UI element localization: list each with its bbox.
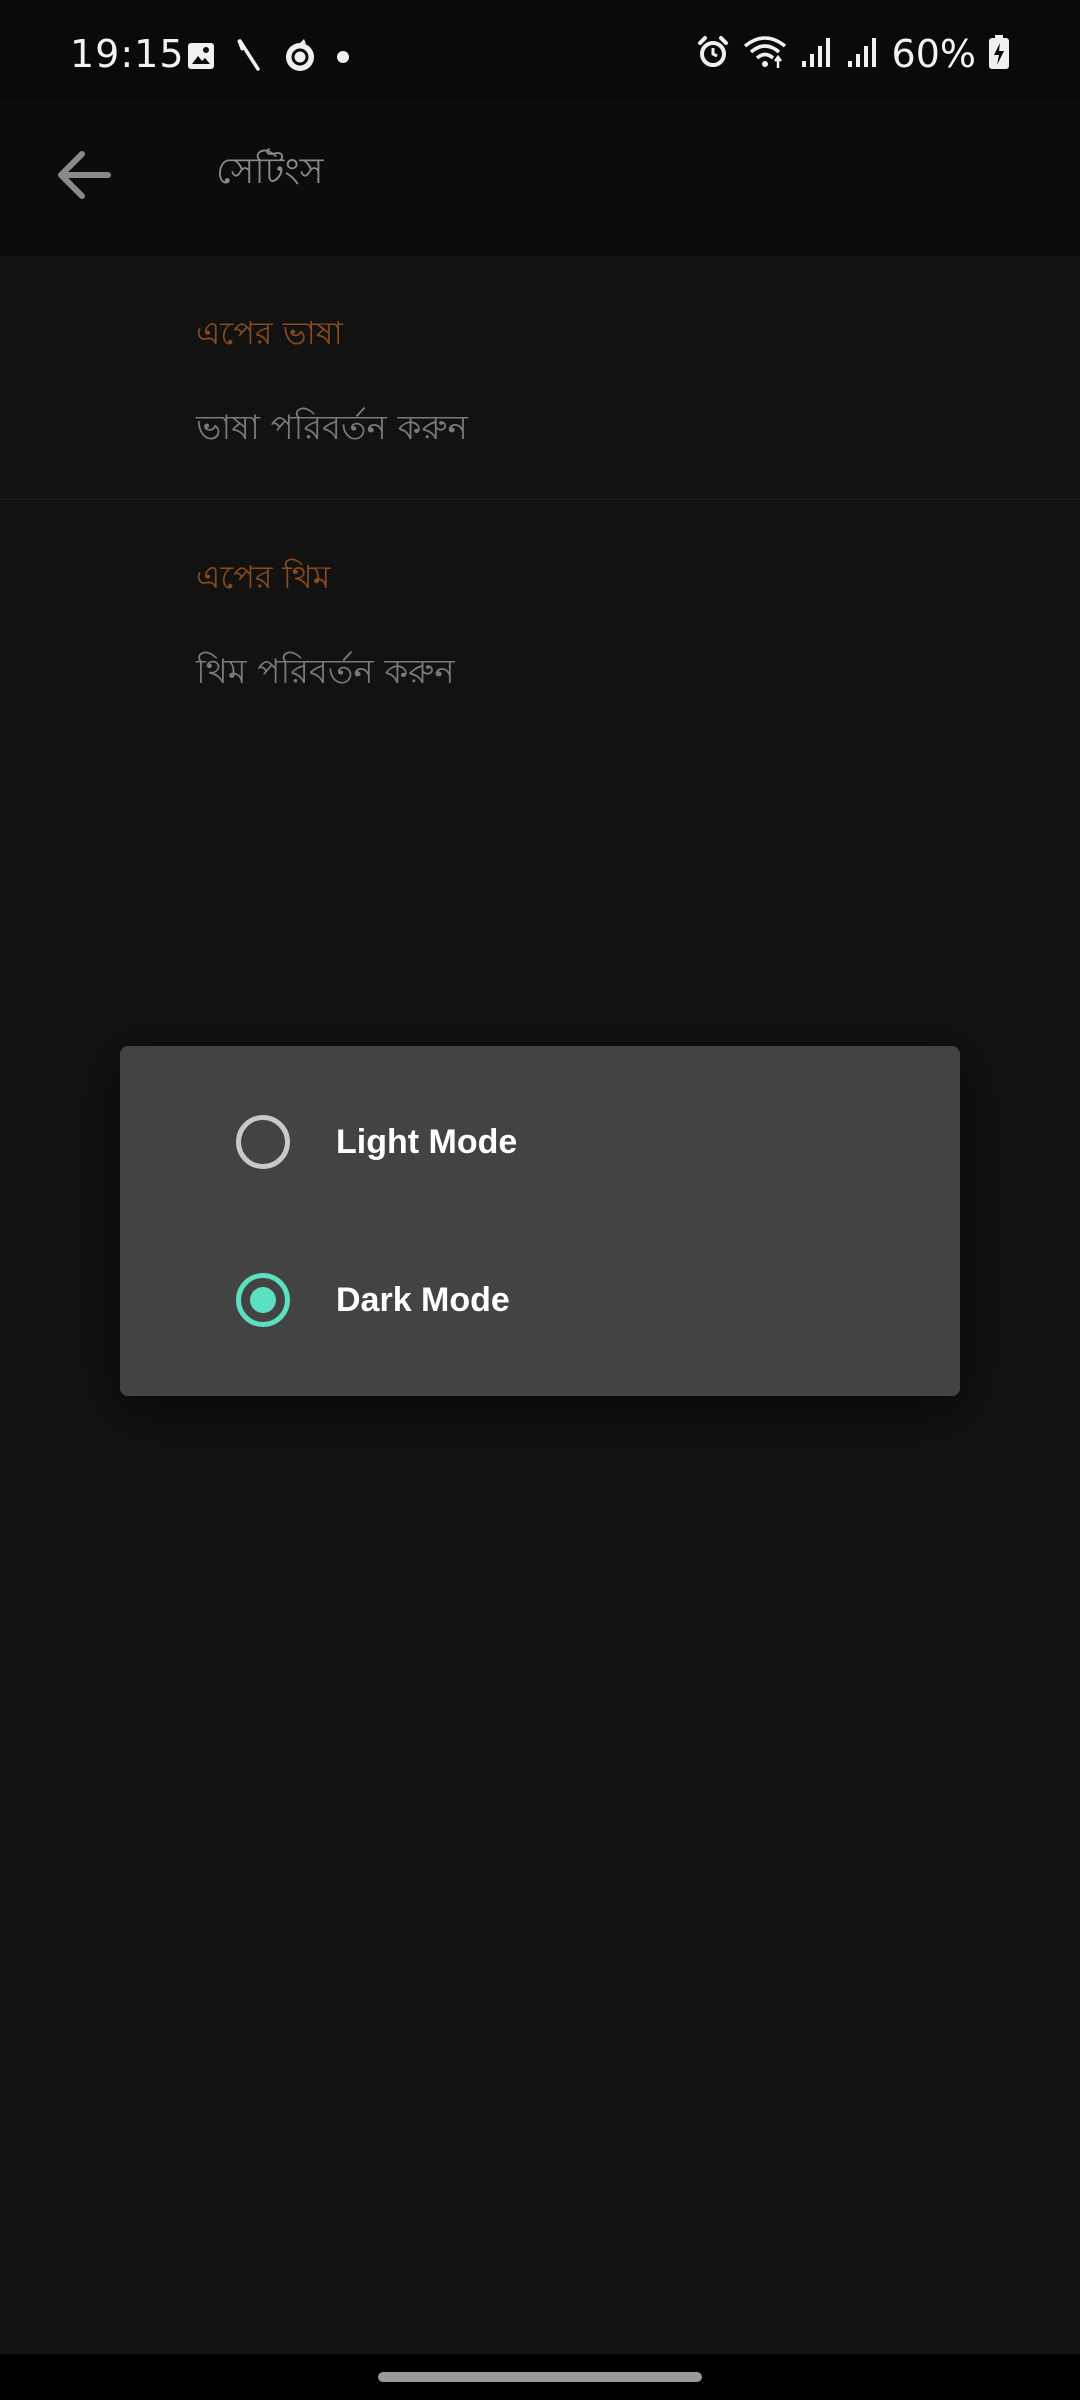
radio-selected[interactable] [236, 1273, 290, 1327]
app-notification-icon [282, 38, 318, 78]
signal-icon-2 [846, 35, 880, 73]
home-indicator[interactable] [378, 2372, 702, 2382]
status-bar: 19:15 60% [0, 0, 1080, 100]
stylus-icon [234, 39, 264, 77]
theme-dialog: Light Mode Dark Mode [120, 1046, 960, 1396]
screen: 19:15 60% সেটিংস এপের ভাষা ভাষা পরিবর্তন… [0, 0, 1080, 2400]
alarm-icon [696, 35, 730, 73]
status-right: 60% [696, 32, 1010, 76]
status-time: 19:15 [70, 32, 185, 76]
radio-label: Light Mode [336, 1122, 518, 1161]
dot-icon [336, 49, 350, 68]
signal-icon-1 [800, 35, 834, 73]
radio-label: Dark Mode [336, 1280, 510, 1319]
wifi-icon [742, 34, 788, 74]
navigation-bar [0, 2354, 1080, 2400]
theme-option-dark[interactable]: Dark Mode [120, 1240, 960, 1360]
gallery-icon [186, 41, 216, 75]
battery-charging-icon [988, 34, 1010, 74]
theme-option-light[interactable]: Light Mode [120, 1082, 960, 1202]
battery-percent: 60% [891, 32, 976, 76]
radio-unselected[interactable] [236, 1115, 290, 1169]
status-left-icons [186, 38, 350, 78]
radio-dot [250, 1287, 276, 1313]
